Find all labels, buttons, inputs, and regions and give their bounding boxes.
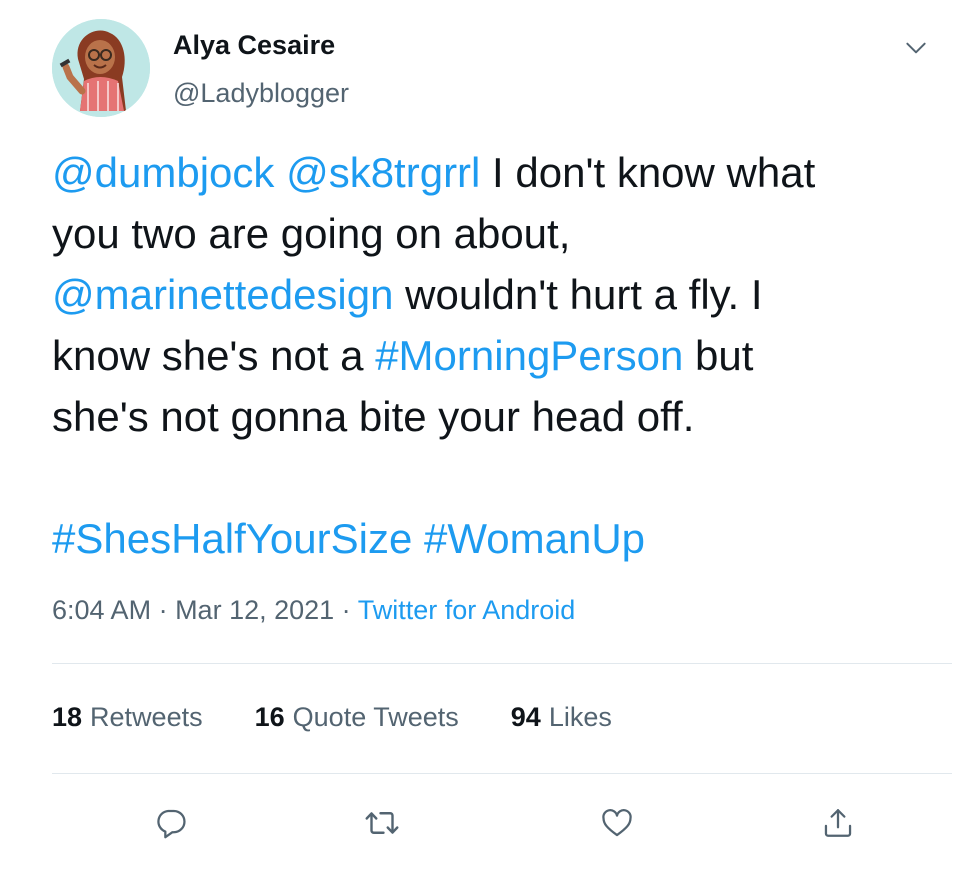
author-name[interactable]: Alya Cesaire <box>173 30 335 61</box>
tweet-text-segment: know she's not a <box>52 332 376 379</box>
likes-label: Likes <box>548 702 612 732</box>
like-button[interactable] <box>592 798 642 848</box>
tweet-line: you two are going on about, <box>52 203 952 264</box>
tweet-time[interactable]: 6:04 AM <box>52 595 151 625</box>
share-button[interactable] <box>813 798 863 848</box>
tweet-line: #ShesHalfYourSize #WomanUp <box>52 508 952 569</box>
meta-separator: · <box>151 595 176 625</box>
likes-count: 94 <box>510 702 541 732</box>
quote-tweets-label: Quote Tweets <box>292 702 459 732</box>
tweet-date[interactable]: Mar 12, 2021 <box>175 595 334 625</box>
hashtag-link[interactable]: #ShesHalfYourSize <box>52 515 412 562</box>
tweet-line: she's not gonna bite your head off. <box>52 386 952 447</box>
tweet-text: @dumbjock @sk8trgrrl I don't know what yo… <box>52 142 952 569</box>
retweet-button[interactable] <box>357 798 407 848</box>
retweets-label: Retweets <box>90 702 203 732</box>
tweet-line: @marinettedesign wouldn't hurt a fly. I <box>52 264 952 325</box>
tweet-text-segment: she's not gonna bite your head off. <box>52 393 695 440</box>
avatar-illustration <box>52 19 150 117</box>
tweet-stats: 18 Retweets 16 Quote Tweets 94 Likes <box>52 702 664 733</box>
tweet-line: @dumbjock @sk8trgrrl I don't know what <box>52 142 952 203</box>
divider <box>52 663 952 664</box>
tweet-text-segment: but <box>683 332 754 379</box>
tweet-text-segment: you two are going on about, <box>52 210 571 257</box>
hashtag-link[interactable]: #MorningPerson <box>375 332 683 379</box>
mention-link[interactable]: @dumbjock <box>52 149 274 196</box>
chevron-down-icon <box>906 42 926 54</box>
retweet-icon <box>365 812 399 834</box>
quote-tweets-stat[interactable]: 16 Quote Tweets <box>255 702 459 733</box>
quote-tweets-count: 16 <box>254 702 285 732</box>
retweets-stat[interactable]: 18 Retweets <box>52 702 203 733</box>
tweet-source[interactable]: Twitter for Android <box>358 595 576 625</box>
tweet-line: know she's not a #MorningPerson but <box>52 325 952 386</box>
share-icon <box>824 809 852 837</box>
mention-link[interactable]: @sk8trgrrl <box>286 149 480 196</box>
avatar[interactable] <box>52 19 150 117</box>
reply-icon <box>157 809 186 839</box>
tweet-text-segment: I don't know what <box>480 149 816 196</box>
likes-stat[interactable]: 94 Likes <box>511 702 612 733</box>
tweet-meta: 6:04 AM · Mar 12, 2021 · Twitter for And… <box>52 595 575 626</box>
author-handle[interactable]: @Ladyblogger <box>173 78 349 109</box>
mention-link[interactable]: @marinettedesign <box>52 271 393 318</box>
tweet-text-segment <box>412 515 424 562</box>
reply-button[interactable] <box>146 798 196 848</box>
tweet-actions <box>0 798 960 848</box>
divider <box>52 773 952 774</box>
meta-separator: · <box>334 595 358 625</box>
tweet-text-segment: wouldn't hurt a fly. I <box>393 271 763 318</box>
heart-icon <box>602 809 632 837</box>
tweet-text-segment <box>274 149 286 196</box>
more-options-button[interactable] <box>896 28 936 68</box>
hashtag-link[interactable]: #WomanUp <box>424 515 645 562</box>
retweets-count: 18 <box>52 702 83 732</box>
